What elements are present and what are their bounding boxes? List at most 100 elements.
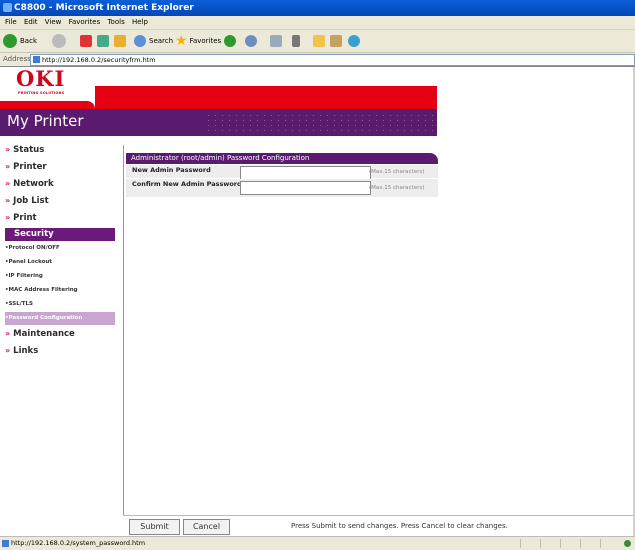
form-row-confirm-password: Confirm New Admin Password (Max.15 chara… xyxy=(126,179,438,198)
nav-sub-ip-filtering[interactable]: •IP Filtering xyxy=(5,273,115,279)
nav-label: Maintenance xyxy=(13,329,75,339)
double-chevron-icon: » xyxy=(5,162,11,171)
header-red-curve xyxy=(0,101,95,109)
history-button[interactable] xyxy=(224,33,236,49)
field-label: Confirm New Admin Password xyxy=(132,180,242,188)
nav-sub-password-config[interactable]: •Password Configuration xyxy=(5,312,115,325)
double-chevron-icon: » xyxy=(5,346,11,355)
nav-label: Printer xyxy=(13,162,47,172)
field-label: New Admin Password xyxy=(132,166,211,174)
nav-sub-label: MAC Address Filtering xyxy=(8,287,78,293)
window-title: C8800 - Microsoft Internet Explorer xyxy=(14,3,194,13)
discuss-icon xyxy=(330,35,342,47)
ie-icon xyxy=(3,3,12,12)
action-hint: Press Submit to send changes. Press Canc… xyxy=(291,522,508,530)
nav-item-security[interactable]: Security xyxy=(5,228,115,241)
frame-divider xyxy=(123,145,124,537)
address-input[interactable]: http://192.168.0.2/securityfrm.htm xyxy=(30,54,635,66)
status-text: http://192.168.0.2/system_password.htm xyxy=(11,539,146,547)
form-title: Administrator (root/admin) Password Conf… xyxy=(131,154,310,162)
form-header: Administrator (root/admin) Password Conf… xyxy=(126,153,438,164)
forward-button[interactable] xyxy=(52,33,66,49)
page-title: My Printer xyxy=(7,112,84,130)
nav-item-status[interactable]: » Status xyxy=(5,145,115,155)
header-red-band xyxy=(95,86,437,109)
confirm-password-input[interactable] xyxy=(240,181,371,195)
oki-logo: OKI xyxy=(16,66,66,91)
menu-tools[interactable]: Tools xyxy=(107,18,124,26)
refresh-icon xyxy=(97,35,109,47)
double-chevron-icon: » xyxy=(5,145,11,154)
status-bar: http://192.168.0.2/system_password.htm xyxy=(0,536,635,550)
print-button[interactable] xyxy=(270,33,282,49)
nav-item-job-list[interactable]: » Job List xyxy=(5,196,115,206)
nav-sub-label: SSL/TLS xyxy=(8,301,33,307)
address-label: Address xyxy=(3,55,31,63)
messenger-button[interactable] xyxy=(348,33,360,49)
header-dot-pattern xyxy=(205,113,433,133)
double-chevron-icon: » xyxy=(5,179,11,188)
search-icon xyxy=(134,35,146,47)
nav-label: Status xyxy=(13,145,45,155)
search-label: Search xyxy=(149,37,174,45)
stop-icon xyxy=(80,35,92,47)
discuss-button[interactable] xyxy=(330,33,342,49)
star-icon: ★ xyxy=(175,33,188,49)
address-url: http://192.168.0.2/securityfrm.htm xyxy=(42,56,156,64)
status-divider xyxy=(600,539,601,548)
nav-item-print[interactable]: » Print xyxy=(5,213,115,223)
nav-sub-label: Panel Lockout xyxy=(8,259,52,265)
print-icon xyxy=(270,35,282,47)
nav-sub-panel-lockout[interactable]: •Panel Lockout xyxy=(5,259,115,265)
messenger-icon xyxy=(348,35,360,47)
history-icon xyxy=(224,35,236,47)
nav-label: Job List xyxy=(13,196,49,206)
search-button[interactable]: Search xyxy=(134,33,173,49)
favorites-label: Favorites xyxy=(189,37,222,45)
mail-icon xyxy=(245,35,257,47)
nav-sub-label: IP Filtering xyxy=(8,273,43,279)
nav-item-printer[interactable]: » Printer xyxy=(5,162,115,172)
toolbar: Back Search ★ Favorites xyxy=(0,30,635,53)
forward-arrow-icon xyxy=(52,34,66,48)
status-divider xyxy=(520,539,521,548)
back-arrow-icon xyxy=(3,34,17,48)
folder-icon xyxy=(313,35,325,47)
field-hint: (Max.15 characters) xyxy=(369,185,425,191)
nav-label: Network xyxy=(13,179,54,189)
nav-item-maintenance[interactable]: » Maintenance xyxy=(5,329,115,339)
nav-sub-ssl-tls[interactable]: •SSL/TLS xyxy=(5,301,115,307)
nav-sub-protocol[interactable]: •Protocol ON/OFF xyxy=(5,245,115,251)
new-password-input[interactable] xyxy=(240,166,371,180)
page-icon xyxy=(33,56,40,63)
internet-zone-icon xyxy=(624,540,631,547)
back-label: Back xyxy=(20,37,37,45)
home-button[interactable] xyxy=(114,33,126,49)
action-bar: Submit Cancel Press Submit to send chang… xyxy=(123,515,635,537)
favorites-button[interactable]: ★ Favorites xyxy=(175,33,221,49)
page-viewport: OKI PRINTING SOLUTIONS My Printer » Statu… xyxy=(0,66,635,537)
folder-button[interactable] xyxy=(313,33,325,49)
status-divider xyxy=(580,539,581,548)
nav-item-links[interactable]: » Links xyxy=(5,346,115,356)
nav-sub-label: Protocol ON/OFF xyxy=(8,245,60,251)
back-button[interactable]: Back xyxy=(3,33,37,49)
menu-edit[interactable]: Edit xyxy=(24,18,38,26)
menu-view[interactable]: View xyxy=(45,18,62,26)
double-chevron-icon: » xyxy=(5,213,11,222)
double-chevron-icon: » xyxy=(5,329,11,338)
mail-button[interactable] xyxy=(245,33,257,49)
cancel-button[interactable]: Cancel xyxy=(183,519,230,535)
nav-sub-label: Password Configuration xyxy=(8,315,83,321)
submit-button[interactable]: Submit xyxy=(129,519,180,535)
nav-sub-mac-filtering[interactable]: •MAC Address Filtering xyxy=(5,287,115,293)
refresh-button[interactable] xyxy=(97,33,109,49)
menu-file[interactable]: File xyxy=(5,18,17,26)
menu-favorites[interactable]: Favorites xyxy=(69,18,101,26)
menu-help[interactable]: Help xyxy=(132,18,148,26)
stop-button[interactable] xyxy=(80,33,92,49)
page-icon xyxy=(2,540,9,547)
nav-label: Security xyxy=(14,229,54,239)
nav-item-network[interactable]: » Network xyxy=(5,179,115,189)
edit-button[interactable] xyxy=(292,33,300,49)
